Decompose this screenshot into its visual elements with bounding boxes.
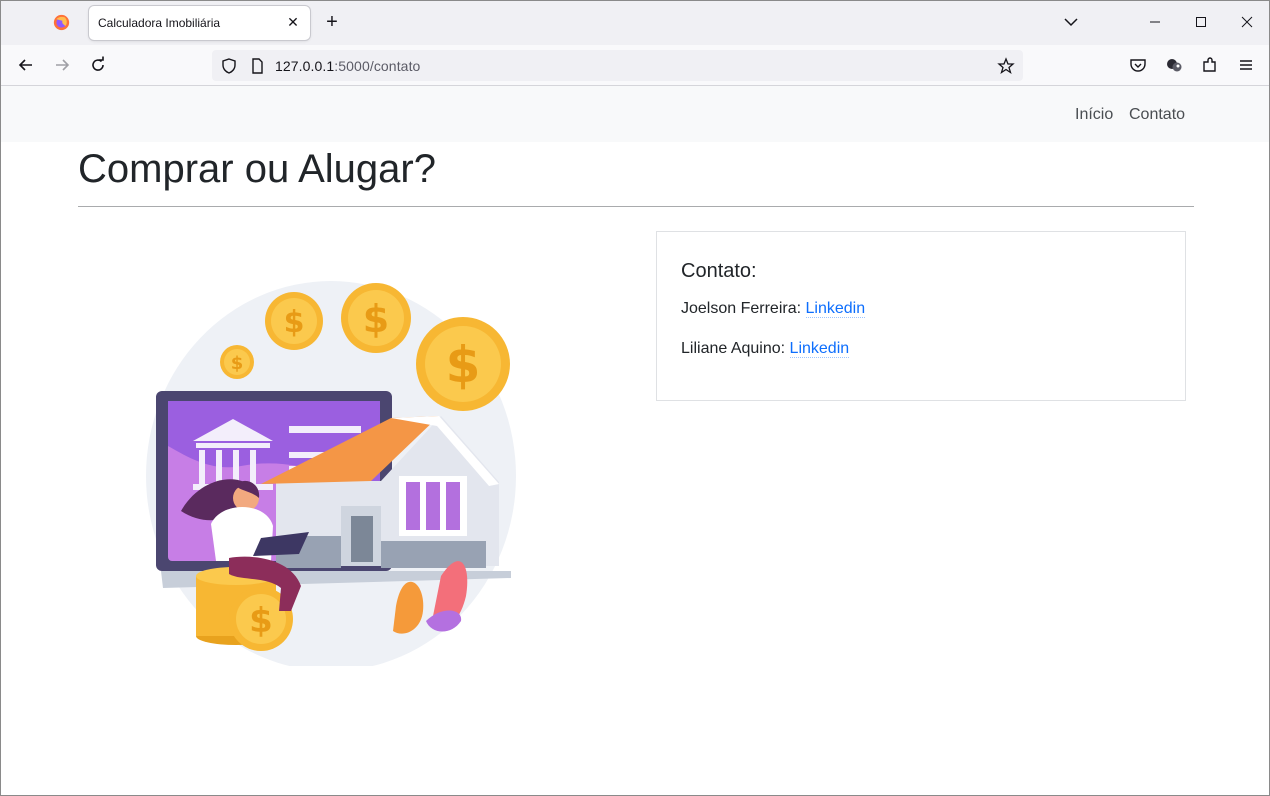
reload-icon[interactable] bbox=[88, 55, 108, 75]
linkedin-link[interactable]: Linkedin bbox=[805, 300, 866, 318]
tab-title: Calculadora Imobiliária bbox=[98, 16, 221, 30]
title-divider bbox=[78, 206, 1194, 207]
url-bar[interactable]: 127.0.0.1:5000/contato bbox=[212, 50, 1023, 81]
site-navbar: Início Contato bbox=[1, 86, 1269, 142]
minimize-icon[interactable] bbox=[1146, 13, 1164, 31]
browser-toolbar: 127.0.0.1:5000/contato bbox=[1, 45, 1269, 86]
extensions-icon[interactable] bbox=[1200, 55, 1220, 75]
new-tab-icon[interactable]: + bbox=[321, 11, 343, 33]
menu-icon[interactable] bbox=[1236, 55, 1256, 75]
firefox-logo-icon[interactable] bbox=[53, 14, 70, 31]
nav-link-contato[interactable]: Contato bbox=[1129, 106, 1185, 124]
url-text: 127.0.0.1:5000/contato bbox=[275, 58, 420, 74]
list-all-tabs-icon[interactable] bbox=[1062, 13, 1080, 31]
nav-link-inicio[interactable]: Início bbox=[1075, 106, 1113, 124]
tab-close-icon[interactable]: ✕ bbox=[285, 14, 301, 30]
forward-icon[interactable] bbox=[52, 55, 72, 75]
tab-strip: Calculadora Imobiliária ✕ + bbox=[1, 1, 1269, 45]
card-title: Contato: bbox=[681, 260, 757, 282]
contact-entry: Joelson Ferreira: Linkedin bbox=[681, 300, 866, 318]
extension-profile-icon[interactable] bbox=[1164, 55, 1184, 75]
contact-entry: Liliane Aquino: Linkedin bbox=[681, 340, 850, 358]
maximize-icon[interactable] bbox=[1192, 13, 1210, 31]
svg-text:$: $ bbox=[284, 305, 305, 340]
bookmark-star-icon[interactable] bbox=[997, 57, 1015, 75]
svg-text:$: $ bbox=[249, 601, 273, 641]
linkedin-link[interactable]: Linkedin bbox=[789, 340, 850, 358]
url-path: :5000/contato bbox=[334, 58, 421, 74]
svg-text:$: $ bbox=[231, 353, 244, 374]
browser-window: Calculadora Imobiliária ✕ + 127.0.0.1:50… bbox=[0, 0, 1270, 796]
contact-name: Joelson Ferreira: bbox=[681, 300, 802, 317]
svg-text:$: $ bbox=[446, 336, 481, 394]
back-icon[interactable] bbox=[16, 55, 36, 75]
contact-name: Liliane Aquino: bbox=[681, 340, 786, 357]
svg-text:$: $ bbox=[363, 297, 389, 341]
page-title: Comprar ou Alugar? bbox=[78, 147, 436, 191]
tracking-shield-icon[interactable] bbox=[220, 57, 238, 75]
active-tab[interactable]: Calculadora Imobiliária ✕ bbox=[89, 6, 310, 40]
close-window-icon[interactable] bbox=[1238, 13, 1256, 31]
url-host: 127.0.0.1 bbox=[275, 58, 335, 74]
real-estate-illustration: $ $ $ $ $ bbox=[146, 281, 516, 666]
pocket-icon[interactable] bbox=[1128, 55, 1148, 75]
contact-card: Contato: Joelson Ferreira: Linkedin Lili… bbox=[656, 231, 1186, 401]
page-info-icon[interactable] bbox=[248, 57, 266, 75]
